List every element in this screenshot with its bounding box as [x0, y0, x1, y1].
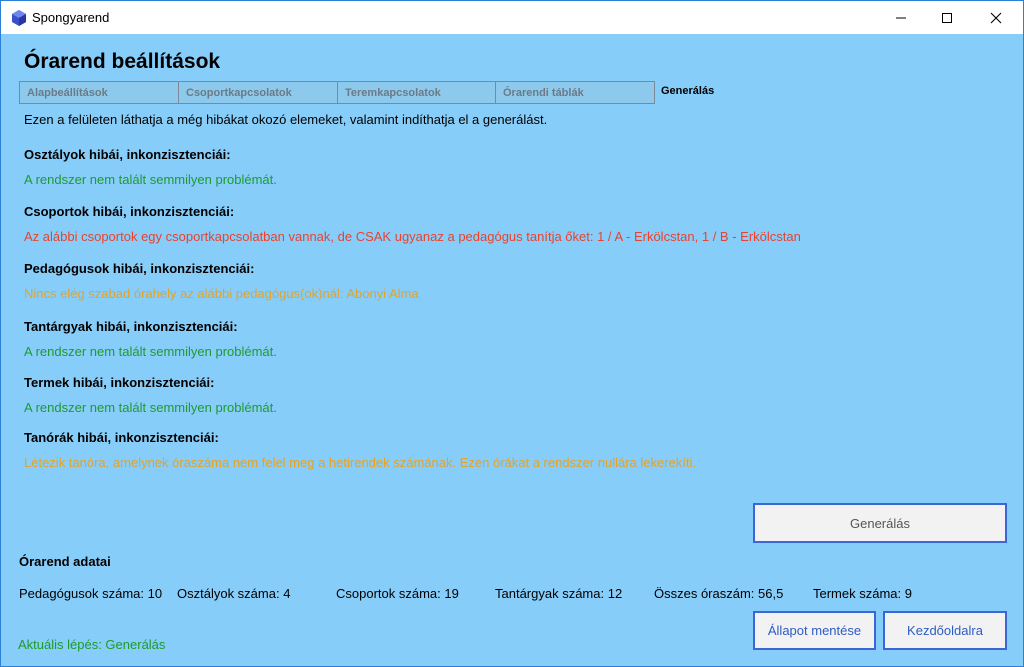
timetable-data-title: Órarend adatai [19, 554, 111, 569]
stat-subjects: Tantárgyak száma: 12 [495, 586, 623, 601]
tab-orarendi-tablak[interactable]: Órarendi táblák [495, 81, 655, 104]
section-message-tantargyak: A rendszer nem talált semmilyen problémá… [24, 344, 277, 359]
stat-classes: Osztályok száma: 4 [177, 586, 291, 601]
section-message-pedagogusok: Nincs elég szabad órahely az alábbi peda… [24, 286, 419, 301]
maximize-button[interactable] [924, 1, 970, 34]
window-title: Spongyarend [32, 10, 110, 25]
section-heading-osztalyok: Osztályok hibái, inkonzisztenciái: [24, 147, 231, 162]
section-message-osztalyok: A rendszer nem talált semmilyen problémá… [24, 172, 277, 187]
intro-text: Ezen a felületen láthatja a még hibákat … [24, 112, 548, 127]
stat-total-hours: Összes óraszám: 56,5 [654, 586, 784, 601]
app-cube-icon [12, 10, 26, 26]
generate-button[interactable]: Generálás [753, 503, 1007, 543]
minimize-icon [896, 17, 906, 18]
current-step: Aktuális lépés: Generálás [18, 637, 166, 652]
section-heading-pedagogusok: Pedagógusok hibái, inkonzisztenciái: [24, 261, 255, 276]
section-heading-tanorak: Tanórák hibái, inkonzisztenciái: [24, 430, 219, 445]
close-icon [990, 12, 1002, 23]
tab-alapbeallitasok[interactable]: Alapbeállítások [19, 81, 179, 104]
stat-teachers: Pedagógusok száma: 10 [19, 586, 163, 601]
tab-csoportkapcsolatok[interactable]: Csoportkapcsolatok [178, 81, 338, 104]
tab-teremkapcsolatok[interactable]: Teremkapcsolatok [337, 81, 496, 104]
section-message-tanorak: Létezik tanóra, amelynek óraszáma nem fe… [24, 455, 697, 470]
section-heading-csoportok: Csoportok hibái, inkonzisztenciái: [24, 204, 235, 219]
minimize-button[interactable] [878, 1, 924, 34]
stat-rooms: Termek száma: 9 [813, 586, 912, 601]
title-bar: Spongyarend [0, 0, 1024, 34]
section-message-termek: A rendszer nem talált semmilyen problémá… [24, 400, 277, 415]
section-heading-tantargyak: Tantárgyak hibái, inkonzisztenciái: [24, 319, 238, 334]
save-state-button[interactable]: Állapot mentése [753, 611, 876, 650]
home-button[interactable]: Kezdőoldalra [883, 611, 1007, 650]
stat-groups: Csoportok száma: 19 [336, 586, 459, 601]
section-heading-termek: Termek hibái, inkonzisztenciái: [24, 375, 215, 390]
tab-generalas[interactable]: Generálás [661, 85, 714, 97]
page-title: Órarend beállítások [24, 50, 221, 73]
close-button[interactable] [973, 1, 1019, 34]
main-content: Órarend beállítások Alapbeállítások Csop… [0, 34, 1024, 667]
maximize-icon [942, 12, 952, 23]
section-message-csoportok: Az alábbi csoportok egy csoportkapcsolat… [24, 229, 801, 244]
